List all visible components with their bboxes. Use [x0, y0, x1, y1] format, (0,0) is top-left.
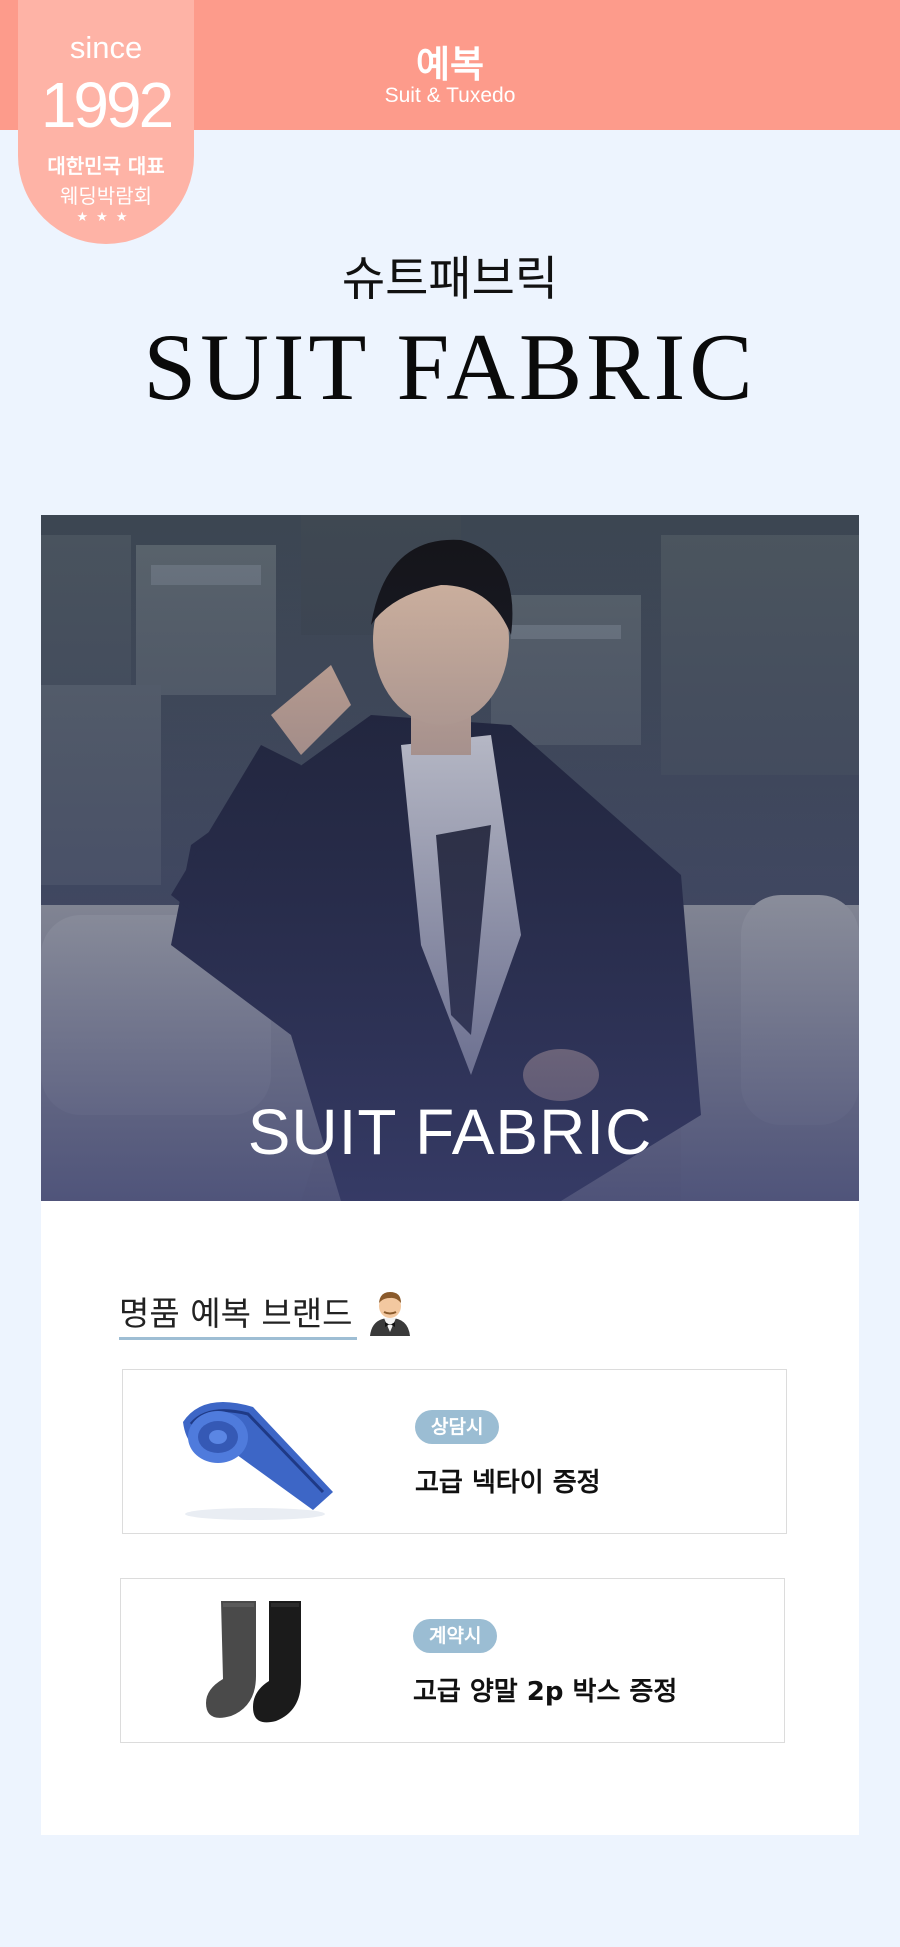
gift-description: 고급 넥타이 증정 — [415, 1468, 601, 1498]
badge-stars: ★★★ — [76, 210, 136, 225]
badge-line1: 대한민국 대표 — [47, 154, 165, 178]
badge-since: since — [69, 30, 143, 65]
gift-description: 고급 양말 2p 박스 증정 — [413, 1677, 678, 1707]
badge-line2: 웨딩박람회 — [60, 184, 152, 208]
photo-caption: SUIT FABRIC — [247, 1096, 653, 1168]
since-1992-badge: since 1992 대한민국 대표 웨딩박람회 ★★★ — [18, 0, 194, 244]
brand-underline — [119, 1337, 357, 1340]
gift-tag: 계약시 — [413, 1619, 498, 1653]
badge-year: 1992 — [40, 69, 174, 141]
gift-tag: 상담시 — [415, 1410, 500, 1444]
man-in-tuxedo-icon — [370, 1292, 410, 1336]
brand-section-title: 명품 예복 브랜드 — [119, 1294, 353, 1333]
model-photo: SUIT FABRIC — [41, 515, 859, 1201]
page-title-english: SUIT FABRIC — [143, 314, 757, 420]
socks-icon — [206, 1601, 301, 1723]
gift-item-necktie: 상담시 고급 넥타이 증정 — [122, 1369, 787, 1534]
page-title-korean: 슈트패브릭 — [341, 252, 559, 307]
gift-item-socks: 계약시 고급 양말 2p 박스 증정 — [120, 1578, 785, 1743]
necktie-icon — [183, 1402, 333, 1520]
